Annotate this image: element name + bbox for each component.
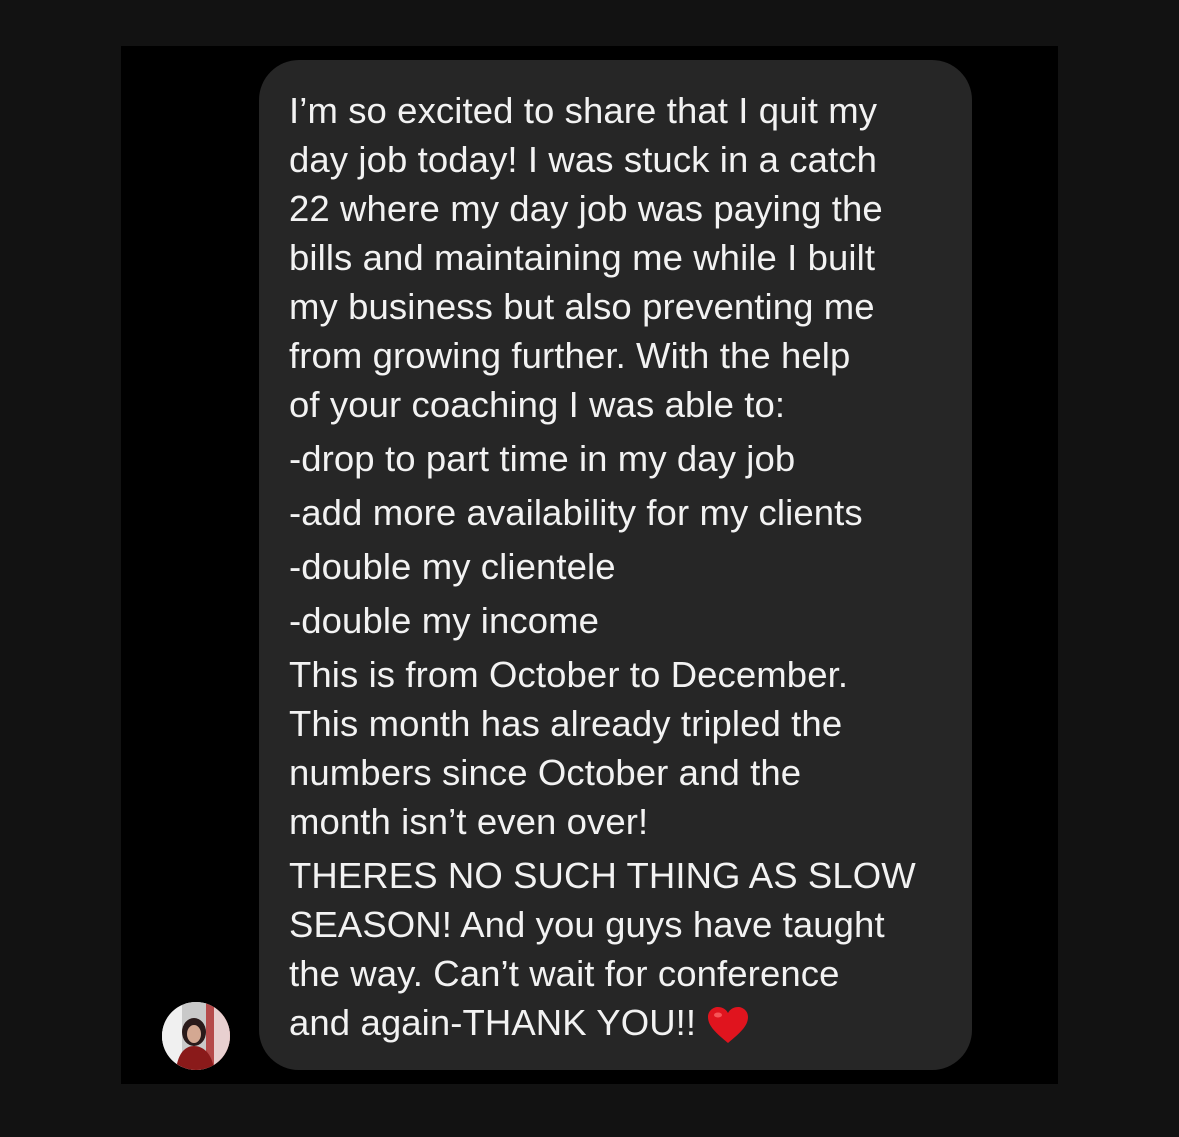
message-line: bills and maintaining me while I built xyxy=(289,237,876,278)
message-line: 22 where my day job was paying the xyxy=(289,188,883,229)
message-line: my business but also preventing me xyxy=(289,286,875,327)
message-list-item: -double my clientele xyxy=(289,546,616,587)
message-line: I’m so excited to share that I quit my xyxy=(289,90,878,131)
avatar-photo xyxy=(162,1002,230,1070)
message-line: This month has already tripled the xyxy=(289,703,843,744)
chat-window: I’m so excited to share that I quit my d… xyxy=(121,46,1058,1084)
message-line: of your coaching I was able to: xyxy=(289,384,786,425)
message-last-line: and again-THANK YOU!! xyxy=(289,998,952,1057)
heart-emoji-icon xyxy=(706,1005,750,1057)
message-line: THERES NO SUCH THING AS SLOW xyxy=(289,855,916,896)
message-line: the way. Can’t wait for conference xyxy=(289,953,840,994)
message-line: day job today! I was stuck in a catch xyxy=(289,139,878,180)
message-list-item: -add more availability for my clients xyxy=(289,492,863,533)
message-line: numbers since October and the xyxy=(289,752,802,793)
message-list-item: -drop to part time in my day job xyxy=(289,438,796,479)
message-line-text: and again-THANK YOU!! xyxy=(289,1002,697,1043)
message-bubble[interactable]: I’m so excited to share that I quit my d… xyxy=(259,60,972,1070)
message-line: SEASON! And you guys have taught xyxy=(289,904,885,945)
sender-avatar[interactable] xyxy=(162,1002,230,1070)
message-line: month isn’t even over! xyxy=(289,801,649,842)
message-line: from growing further. With the help xyxy=(289,335,851,376)
message-list-item: -double my income xyxy=(289,600,600,641)
message-line: This is from October to December. xyxy=(289,654,849,695)
